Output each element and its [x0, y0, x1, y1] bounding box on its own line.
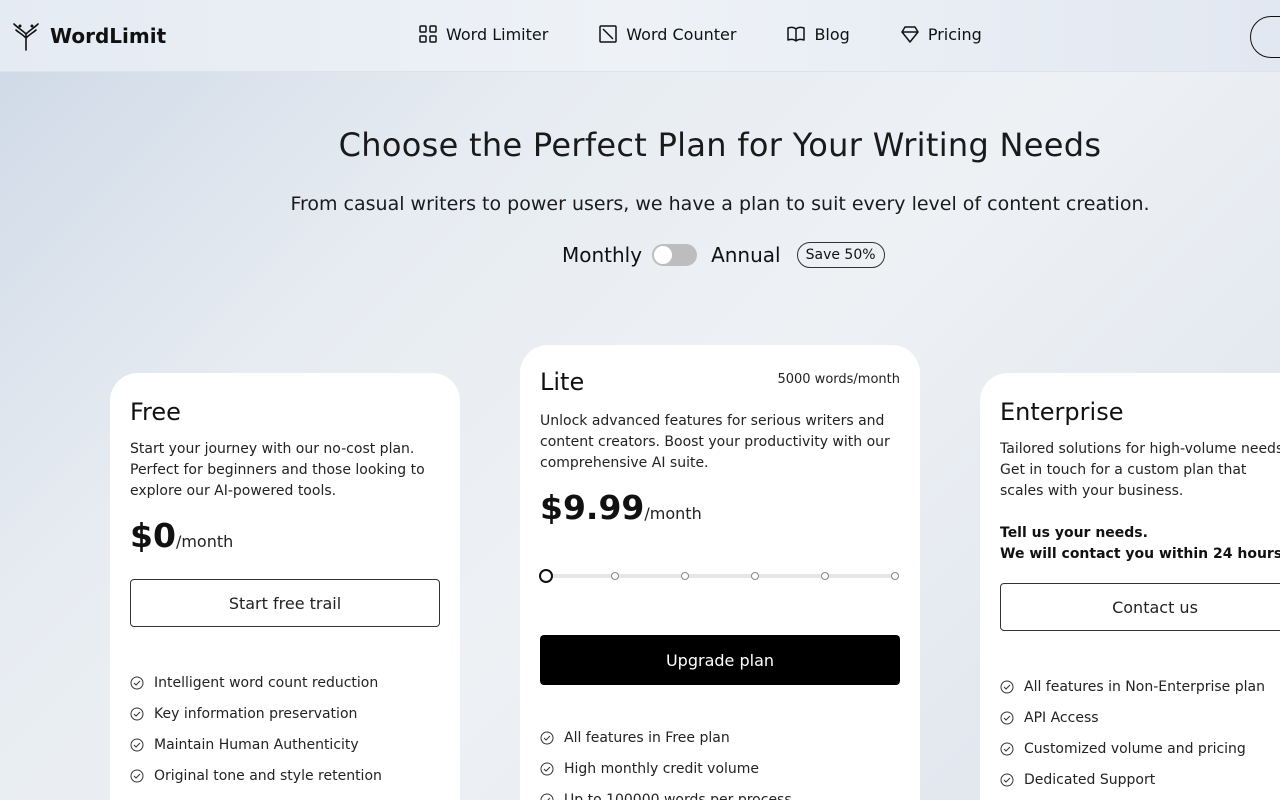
top-navbar: WordLimit Word Limiter Word Counter Blog [0, 0, 1280, 72]
page-title: Choose the Perfect Plan for Your Writing… [338, 126, 1102, 164]
slider-thumb[interactable] [539, 569, 553, 583]
price-period: /month [644, 504, 702, 523]
feature-item: API Access [1000, 702, 1265, 733]
feature-text: API Access [1024, 709, 1099, 726]
plan-description: Start your journey with our no-cost plan… [130, 441, 425, 499]
slider-step-tick[interactable] [681, 572, 689, 580]
feature-item: Key information preservation [130, 698, 382, 729]
contact-note: Tell us your needs. We will contact you … [1000, 523, 1280, 565]
nav-word-counter-label: Word Counter [626, 24, 737, 44]
check-circle-icon [1000, 773, 1014, 786]
slider-step-tick[interactable] [891, 572, 899, 580]
feature-text: Original tone and style retention [154, 767, 382, 784]
feature-text: Dedicated Support [1024, 771, 1156, 788]
diamond-icon [901, 26, 919, 43]
header-action-button[interactable] [1250, 16, 1280, 58]
feature-item: Customized volume and pricing [1000, 733, 1265, 764]
check-circle-icon [540, 793, 554, 800]
feature-text: High monthly credit volume [564, 760, 760, 777]
annual-label[interactable]: Annual [711, 243, 781, 267]
feature-item: Dedicated Support [1000, 764, 1265, 795]
contact-us-button[interactable]: Contact us [1000, 583, 1280, 631]
slider-step-tick[interactable] [611, 572, 619, 580]
slider-step-tick[interactable] [821, 572, 829, 580]
upgrade-plan-button[interactable]: Upgrade plan [540, 635, 900, 685]
feature-text: Key information preservation [154, 705, 358, 722]
brand-logo[interactable]: WordLimit [12, 20, 166, 52]
plan-price: $9.99 /month [540, 488, 702, 527]
logo-icon [13, 23, 39, 51]
feature-item: All features in Free plan [540, 722, 792, 753]
feature-list: All features in Free plan High monthly c… [540, 722, 792, 800]
grid-icon [419, 25, 437, 43]
feature-list: Intelligent word count reduction Key inf… [130, 667, 382, 791]
feature-text: All features in Non-Enterprise plan [1024, 678, 1265, 695]
plan-card-free: Free Start your journey with our no-cost… [110, 373, 460, 800]
contact-note-line1: Tell us your needs. [1000, 525, 1148, 541]
monthly-label[interactable]: Monthly [562, 243, 642, 267]
check-circle-icon [1000, 711, 1014, 724]
billing-period-switch: Monthly Annual Save 50% [562, 242, 885, 268]
feature-item: Maintain Human Authenticity [130, 729, 382, 760]
slider-track [545, 574, 895, 578]
feature-text: Customized volume and pricing [1024, 740, 1246, 757]
check-circle-icon [130, 676, 144, 689]
toggle-knob [654, 246, 673, 264]
plan-name: Free [130, 398, 181, 426]
start-free-trial-button[interactable]: Start free trail [130, 579, 440, 627]
plan-card-enterprise: Enterprise Tailored solutions for high-v… [980, 373, 1280, 800]
feature-text: All features in Free plan [564, 729, 730, 746]
plan-description: Tailored solutions for high-volume needs… [1000, 441, 1280, 499]
word-volume-slider[interactable] [539, 569, 900, 583]
check-circle-icon [1000, 680, 1014, 693]
nav-word-limiter[interactable]: Word Limiter [418, 24, 548, 44]
check-circle-icon [130, 707, 144, 720]
nav-blog-label: Blog [814, 24, 850, 44]
words-per-month: 5000 words/month [777, 372, 900, 387]
plan-price: $0 /month [130, 516, 233, 555]
plan-description: Unlock advanced features for serious wri… [540, 413, 890, 471]
price-period: /month [175, 532, 234, 551]
book-icon [787, 26, 806, 42]
slider-step-tick[interactable] [751, 572, 759, 580]
feature-item: Up to 100000 words per process [540, 784, 792, 800]
page-subtitle: From casual writers to power users, we h… [290, 193, 1150, 215]
price-amount: $0 [130, 516, 176, 555]
check-circle-icon [130, 738, 144, 751]
check-circle-icon [540, 731, 554, 744]
check-circle-icon [1000, 742, 1014, 755]
feature-item: All features in Non-Enterprise plan [1000, 671, 1265, 702]
main-nav: Word Limiter Word Counter Blog Pricing [418, 24, 982, 44]
check-circle-icon [130, 769, 144, 782]
feature-text: Intelligent word count reduction [154, 674, 379, 691]
nav-pricing[interactable]: Pricing [900, 24, 982, 44]
feature-item: High monthly credit volume [540, 753, 792, 784]
feature-item: Original tone and style retention [130, 760, 382, 791]
plan-card-lite: Lite 5000 words/month Unlock advanced fe… [520, 345, 920, 800]
price-amount: $9.99 [540, 488, 645, 527]
feature-text: Up to 100000 words per process [564, 791, 792, 800]
nav-word-limiter-label: Word Limiter [446, 24, 549, 44]
billing-toggle[interactable] [652, 244, 698, 266]
feature-list: All features in Non-Enterprise plan API … [1000, 671, 1265, 795]
brand-name: WordLimit [50, 24, 167, 48]
nav-blog[interactable]: Blog [786, 24, 850, 44]
feature-text: Maintain Human Authenticity [154, 736, 359, 753]
save-badge: Save 50% [796, 242, 885, 268]
plan-name: Lite [540, 368, 585, 396]
feature-item: Intelligent word count reduction [130, 667, 382, 698]
check-circle-icon [540, 762, 554, 775]
contact-note-line2: We will contact you within 24 hours. [1000, 546, 1280, 562]
nav-pricing-label: Pricing [927, 24, 982, 44]
edit-square-icon [599, 25, 618, 43]
plan-name: Enterprise [1000, 398, 1124, 426]
nav-word-counter[interactable]: Word Counter [598, 24, 736, 44]
